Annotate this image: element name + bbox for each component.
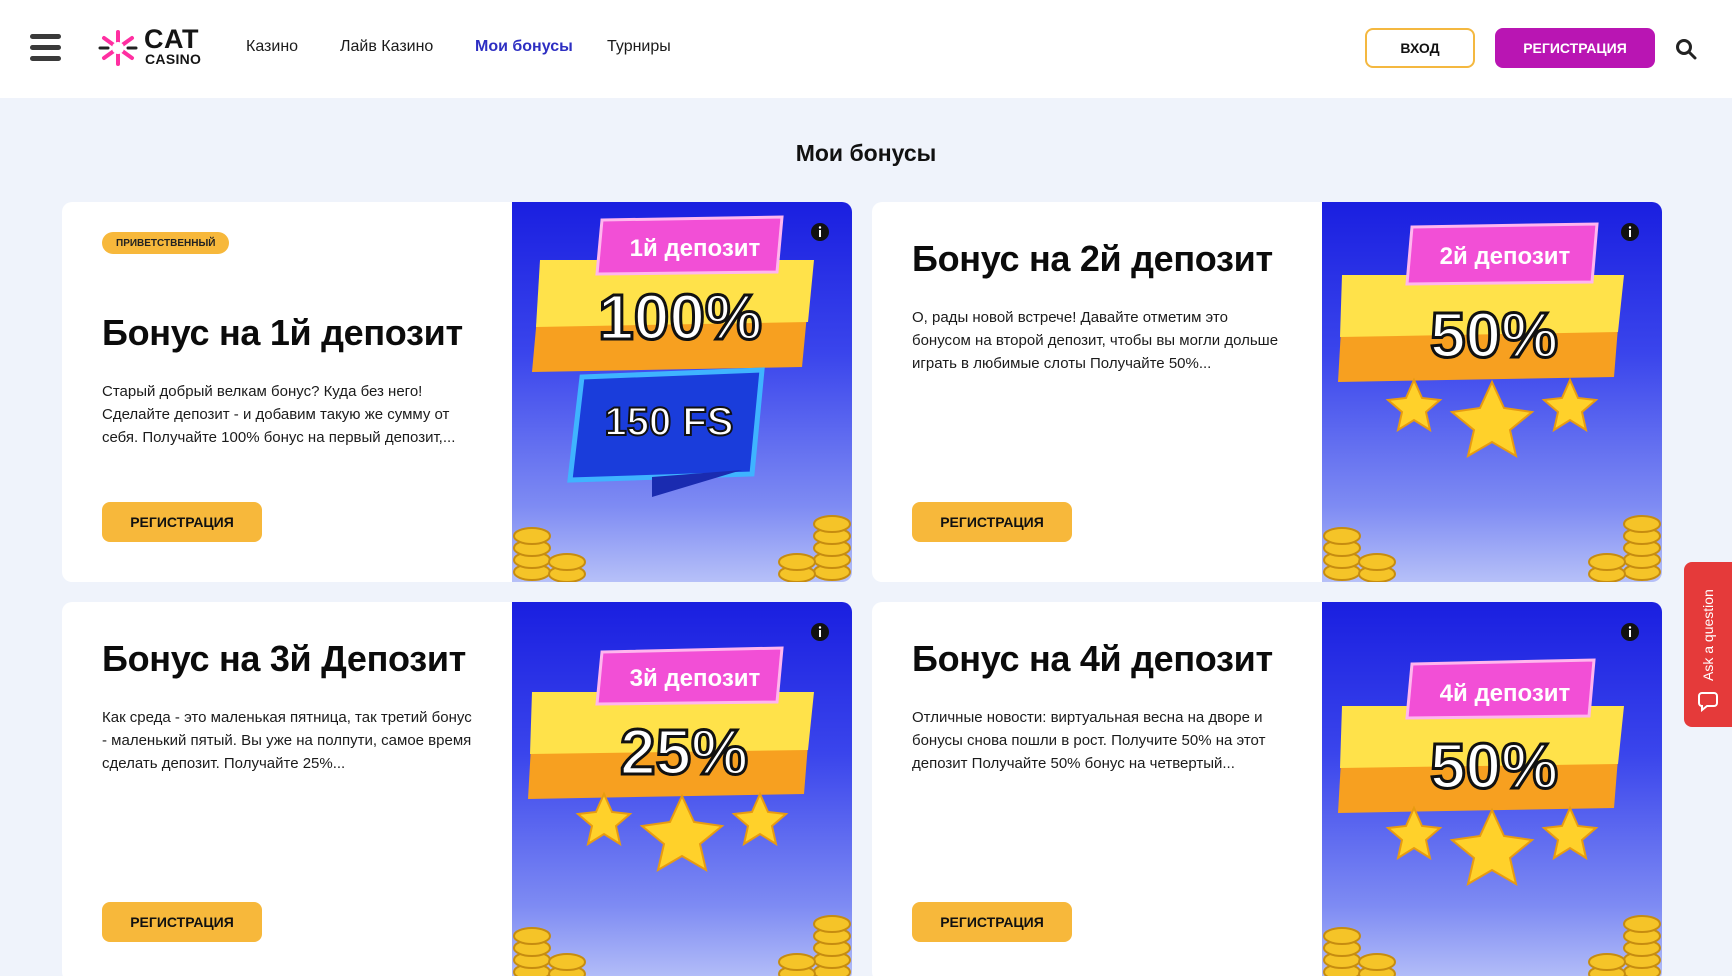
bonus-card-2: Бонус на 2й депозит О, рады новой встреч… xyxy=(872,202,1662,582)
bonus-register-button[interactable]: РЕГИСТРАЦИЯ xyxy=(102,502,262,542)
chat-bubble-icon xyxy=(1698,692,1718,712)
bonus-register-button[interactable]: РЕГИСТРАЦИЯ xyxy=(102,902,262,942)
nav-casino[interactable]: Казино xyxy=(246,38,298,56)
bonus-title: Бонус на 4й депозит xyxy=(912,638,1273,679)
bonus-description: Старый добрый велкам бонус? Куда без нег… xyxy=(102,383,456,446)
bonus-percent: 50% xyxy=(1430,730,1558,802)
bonus-artwork: 2й депозит 50% xyxy=(1322,202,1662,582)
bonus-description: Как среда - это маленькая пятница, так т… xyxy=(102,709,472,772)
bonus-artwork: 4й депозит 50% xyxy=(1322,602,1662,976)
deposit-tag: 1й депозит xyxy=(630,235,761,262)
site-header: CAT CASINO Казино Лайв Казино Мои бонусы… xyxy=(0,0,1732,98)
ask-question-tab[interactable]: Ask a question xyxy=(1684,562,1732,727)
bonus-title: Бонус на 3й Депозит xyxy=(102,638,467,679)
login-button[interactable]: ВХОД xyxy=(1365,28,1475,68)
bonus-art-graphic: 2й депозит 50% xyxy=(1323,222,1661,582)
hamburger-menu-icon[interactable] xyxy=(30,33,61,63)
bonus-title: Бонус на 2й депозит xyxy=(912,238,1273,279)
bonus-art-graphic: 3й депозит 25% xyxy=(513,646,851,976)
deposit-tag: 3й депозит xyxy=(630,665,761,692)
info-icon[interactable] xyxy=(1620,622,1640,642)
bonus-art-graphic: 1й депозит 100% 150 FS xyxy=(513,215,851,582)
logo-cat-text: CAT xyxy=(144,24,199,54)
free-spins: 150 FS xyxy=(605,400,734,444)
welcome-badge: ПРИВЕТСТВЕННЫЙ xyxy=(102,232,230,254)
deposit-tag: 4й депозит xyxy=(1440,680,1571,707)
cat-logo-icon xyxy=(98,30,138,66)
bonus-description: Отличные новости: виртуальная весна на д… xyxy=(912,709,1266,772)
register-button[interactable]: РЕГИСТРАЦИЯ xyxy=(1495,28,1655,68)
ask-question-label: Ask a question xyxy=(1700,589,1716,681)
bonus-description: О, рады новой встрече! Давайте отметим э… xyxy=(912,309,1279,372)
cat-casino-logo[interactable]: CAT CASINO xyxy=(98,26,208,70)
bonus-artwork: 1й депозит 100% 150 FS xyxy=(512,202,852,582)
bonus-register-button[interactable]: РЕГИСТРАЦИЯ xyxy=(912,902,1072,942)
bonus-card-4: Бонус на 4й депозит Отличные новости: ви… xyxy=(872,602,1662,976)
info-icon[interactable] xyxy=(810,222,830,242)
deposit-tag: 2й депозит xyxy=(1440,243,1571,270)
nav-tournaments[interactable]: Турниры xyxy=(607,38,671,56)
bonus-card-1: ПРИВЕТСТВЕННЫЙ Бонус на 1й депозит Стары… xyxy=(62,202,852,582)
nav-live-casino[interactable]: Лайв Казино xyxy=(340,38,433,56)
search-icon[interactable] xyxy=(1675,38,1697,60)
page-title: Мои бонусы xyxy=(795,140,937,166)
info-icon[interactable] xyxy=(810,622,830,642)
nav-my-bonuses[interactable]: Мои бонусы xyxy=(475,38,573,56)
bonus-card-3: Бонус на 3й Депозит Как среда - это мале… xyxy=(62,602,852,976)
bonus-title: Бонус на 1й депозит xyxy=(102,312,463,353)
logo-casino-text: CASINO xyxy=(145,51,202,67)
bonus-art-graphic: 4й депозит 50% xyxy=(1323,658,1661,976)
bonus-artwork: 3й депозит 25% xyxy=(512,602,852,976)
bonus-percent: 100% xyxy=(598,281,762,353)
info-icon[interactable] xyxy=(1620,222,1640,242)
bonus-percent: 25% xyxy=(620,716,748,788)
bonus-percent: 50% xyxy=(1430,299,1558,371)
bonus-register-button[interactable]: РЕГИСТРАЦИЯ xyxy=(912,502,1072,542)
